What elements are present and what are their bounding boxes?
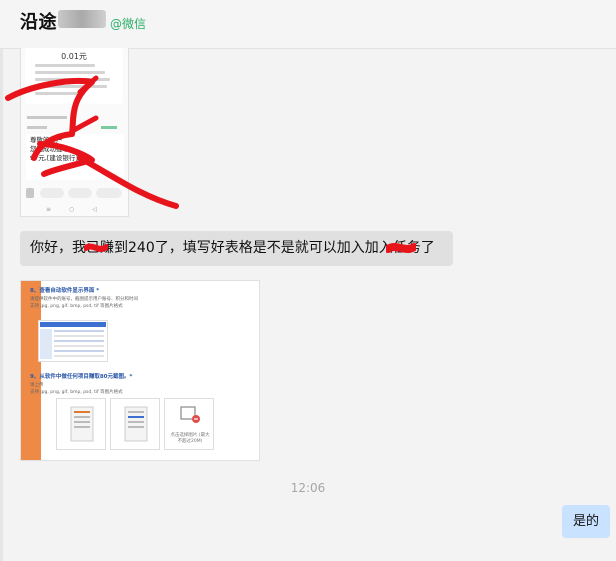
quick-reply-bar [26,188,126,200]
detail-line [27,126,47,129]
phone-nav-bar: ≡○◁ [46,206,115,213]
receipt-row [35,71,105,74]
notice-line: 尊敬的客户 [30,136,63,144]
form-hint: 请提供软件中的账号，截图提示用户账号、积分和时间 [30,297,138,302]
uploaded-thumbnail [56,398,106,450]
quick-reply-chip [40,188,64,198]
receipt-row [35,78,110,81]
receipt-row [35,64,95,67]
form-question-9: 9、从软件中做任何项目赚取80元截图。* [30,374,133,380]
sms-notice: 尊敬的客户 您已成功提取 97元,[建设银行] [26,134,124,180]
form-question-8: 8、查看自动软件显示界面 * [30,288,100,294]
red-redaction-mark [84,243,108,252]
detail-link [101,126,117,129]
quick-reply-chip [68,188,92,198]
image-message-screenshot[interactable]: 0.01元 尊敬的客户 您已成功提取 97元,[建设银行] ≡○◁ [20,48,129,217]
receipt-row [35,92,85,95]
contact-name-blurred [58,10,106,28]
message-timestamp: 12:06 [290,481,326,495]
form-file-types: 支持 jpg, png, gif, bmp, psd, tif 等图片格式 [30,304,123,309]
form-sample-screenshot [38,320,108,362]
receipt-card: 0.01元 [25,48,123,104]
upload-button-label: 点击选择图片 (最大不超过20M) [170,433,210,444]
quick-reply-chip [96,188,122,198]
upload-image-button: 点击选择图片 (最大不超过20M) [164,398,214,450]
chat-header: 沿途 @微信 [0,0,616,49]
form-upload-label: 请上传 [30,383,44,388]
notice-line: 您已成功提取 [30,145,69,153]
message-bubble-outgoing[interactable]: 是的 [562,505,610,538]
add-image-icon [180,406,200,423]
uploaded-thumbnail [110,398,160,450]
contact-name: 沿途 [20,12,57,33]
detail-line [27,116,67,119]
window-edge [0,0,3,561]
notice-line: 97元,[建设银行] [30,154,78,162]
receipt-row [35,85,107,88]
red-redaction-mark [386,243,416,253]
keyboard-icon [26,188,34,198]
wechat-badge[interactable]: @微信 [110,15,146,32]
form-file-types: 支持 jpg, png, gif, bmp, psd, tif 等图片格式 [30,390,123,395]
receipt-amount: 0.01元 [61,52,87,61]
